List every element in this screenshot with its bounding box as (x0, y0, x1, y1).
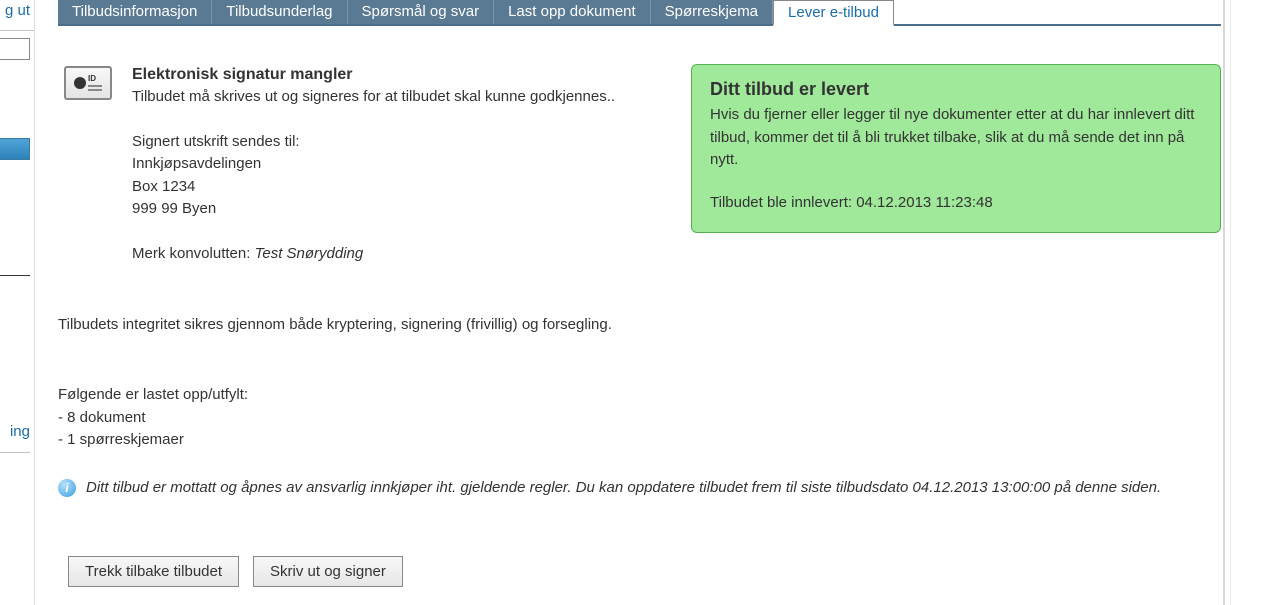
signature-missing-block: Elektronisk signatur mangler Tilbudet må… (132, 66, 652, 265)
status-submitted-label: Tilbudet ble innlevert: (710, 194, 856, 211)
status-submitted-line: Tilbudet ble innlevert: 04.12.2013 11:23… (710, 192, 1202, 215)
right-border (1230, 0, 1231, 605)
side-link-fragment-1[interactable]: g ut (5, 2, 30, 19)
tab-last-opp-dokument[interactable]: Last opp dokument (494, 0, 651, 24)
right-border (1223, 0, 1225, 605)
tab-bar: Tilbudsinformasjon Tilbudsunderlag Spørs… (58, 0, 1221, 26)
status-submitted-timestamp: 04.12.2013 11:23:48 (856, 194, 993, 211)
uploaded-item: - 1 spørreskjemaer (58, 429, 618, 452)
integrity-text: Tilbudets integritet sikres gjennom både… (58, 314, 618, 337)
signature-missing-desc: Tilbudet må skrives ut og signeres for a… (132, 86, 652, 109)
signature-missing-title: Elektronisk signatur mangler (132, 66, 652, 84)
send-to-label: Signert utskrift sendes til: (132, 131, 652, 154)
uploaded-item: - 8 dokument (58, 407, 618, 430)
withdraw-offer-button[interactable]: Trekk tilbake tilbudet (68, 556, 239, 587)
side-separator (0, 30, 34, 31)
left-panel-fragment: g ut ing (0, 0, 35, 605)
address-line-2: Box 1234 (132, 176, 652, 199)
uploaded-heading: Følgende er lastet opp/utfylt: (58, 384, 618, 407)
id-badge-icon: ID (64, 66, 112, 100)
side-link-fragment-2[interactable]: ing (10, 423, 30, 440)
status-title: Ditt tilbud er levert (710, 79, 1202, 100)
side-separator (0, 452, 30, 453)
uploaded-summary: Følgende er lastet opp/utfylt: - 8 dokum… (58, 384, 618, 452)
tab-content: ID Elektronisk signatur mangler Tilbudet… (58, 26, 1221, 605)
tab-tilbudsunderlag[interactable]: Tilbudsunderlag (212, 0, 347, 24)
status-delivered-box: Ditt tilbud er levert Hvis du fjerner el… (691, 64, 1221, 233)
info-icon (58, 479, 76, 497)
info-message: Ditt tilbud er mottatt og åpnes av ansva… (58, 476, 1221, 499)
info-text: Ditt tilbud er mottatt og åpnes av ansva… (86, 476, 1161, 499)
address-line-1: Innkjøpsavdelingen (132, 153, 652, 176)
side-selected-fragment[interactable] (0, 138, 30, 160)
status-body: Hvis du fjerner eller legger til nye dok… (710, 104, 1202, 172)
address-line-3: 999 99 Byen (132, 198, 652, 221)
tab-tilbudsinformasjon[interactable]: Tilbudsinformasjon (58, 0, 212, 24)
tab-sporsmal-og-svar[interactable]: Spørsmål og svar (348, 0, 495, 24)
action-buttons: Trekk tilbake tilbudet Skriv ut og signe… (68, 556, 403, 587)
tab-lever-e-tilbud[interactable]: Lever e-tilbud (773, 0, 894, 26)
side-input-fragment[interactable] (0, 38, 30, 60)
envelope-mark-line: Merk konvolutten: Test Snørydding (132, 243, 652, 266)
print-and-sign-button[interactable]: Skriv ut og signer (253, 556, 403, 587)
envelope-mark-value: Test Snørydding (255, 245, 364, 262)
envelope-mark-label: Merk konvolutten: (132, 245, 255, 262)
tab-sporreskjema[interactable]: Spørreskjema (651, 0, 773, 24)
side-separator (0, 275, 30, 276)
